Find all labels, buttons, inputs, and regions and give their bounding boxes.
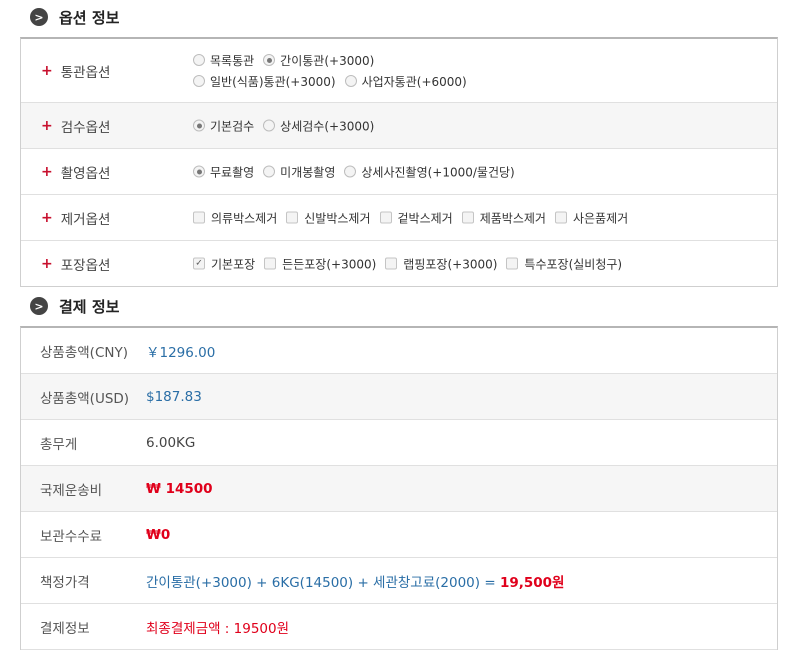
option-label: 촬영옵션 — [60, 165, 111, 182]
pay-value: ₩0 — [146, 526, 171, 543]
radio-customs-simple[interactable]: 간이통관(+3000) — [263, 52, 374, 69]
checkbox[interactable] — [554, 211, 567, 224]
checkbox-pack-wrapping[interactable]: 랩핑포장(+3000) — [385, 255, 497, 272]
checkbox-pack-sturdy[interactable]: 든든포장(+3000) — [264, 255, 376, 272]
pay-value: 최종결제금액 : 19500원 — [146, 620, 290, 637]
radio-customs-list[interactable]: 목록통관 — [193, 52, 254, 69]
plus-icon: + — [41, 117, 53, 134]
checkbox[interactable] — [461, 211, 474, 224]
pay-value: ￥1296.00 — [146, 344, 216, 361]
pay-value: ₩ 14500 — [146, 480, 213, 497]
pay-label: 상품총액(CNY) — [40, 344, 128, 361]
pay-label: 상품총액(USD) — [40, 390, 130, 407]
option-label: 통관옵션 — [60, 64, 111, 81]
pay-row-pricing: 책정가격 간이통관(+3000) + 6KG(14500) + 세관창고료(20… — [21, 558, 777, 604]
radio-button[interactable] — [344, 165, 357, 178]
options-section-header: > 옵션 정보 — [30, 7, 119, 27]
pay-row-total-cny: 상품총액(CNY) ￥1296.00 — [21, 328, 777, 374]
radio-photo-detailed[interactable]: 상세사진촬영(+1000/물건당) — [344, 163, 515, 180]
radio-button[interactable] — [263, 165, 276, 178]
pay-row-storage: 보관수수료 ₩0 — [21, 512, 777, 558]
option-choices: 목록통관 간이통관(+3000) 일반(식품)통관(+3000) 사업자통관(+… — [193, 50, 476, 92]
checkbox-remove-outer-box[interactable]: 겉박스제거 — [379, 209, 453, 226]
pricing-formula: 간이통관(+3000) + 6KG(14500) + 세관창고료(2000) = — [146, 574, 496, 591]
radio-customs-business[interactable]: 사업자통관(+6000) — [344, 73, 467, 90]
checkbox[interactable] — [385, 257, 398, 270]
radio-button-selected[interactable] — [263, 54, 276, 66]
radio-photo-unopened[interactable]: 미개봉촬영 — [263, 163, 335, 180]
radio-photo-free[interactable]: 무료촬영 — [193, 163, 254, 180]
radio-button[interactable] — [263, 119, 276, 132]
option-row-inspection: + 검수옵션 기본검수 상세검수(+3000) — [21, 103, 777, 149]
checkbox-pack-basic[interactable]: ✓ 기본포장 — [193, 255, 255, 272]
check-icon: ✓ — [195, 258, 203, 268]
pay-label: 결제정보 — [40, 620, 90, 637]
checkbox-remove-shoe-box[interactable]: 신발박스제거 — [286, 209, 371, 226]
pay-label: 보관수수료 — [40, 528, 103, 545]
radio-button-selected[interactable] — [193, 119, 205, 132]
radio-button-selected[interactable] — [193, 165, 205, 178]
option-row-removal: + 제거옵션 의류박스제거 신발박스제거 겉박스제거 제품박스제거 사은품제거 — [21, 195, 777, 241]
option-choices: ✓ 기본포장 든든포장(+3000) 랩핑포장(+3000) 특수포장(실비청구) — [193, 253, 631, 274]
chevron-right-circle-icon: > — [30, 8, 48, 26]
pay-value: 6.00KG — [146, 434, 196, 451]
radio-button[interactable] — [344, 75, 357, 87]
checkbox[interactable] — [286, 211, 299, 224]
options-table: + 통관옵션 목록통관 간이통관(+3000) 일반(식품)통관(+3000) … — [20, 37, 778, 287]
checkbox-pack-special[interactable]: 특수포장(실비청구) — [506, 255, 622, 272]
option-choices: 의류박스제거 신발박스제거 겉박스제거 제품박스제거 사은품제거 — [193, 207, 637, 228]
option-label: 제거옵션 — [60, 211, 111, 228]
pay-row-shipping: 국제운송비 ₩ 14500 — [21, 466, 777, 512]
checkbox-remove-product-box[interactable]: 제품박스제거 — [461, 209, 546, 226]
pay-label: 국제운송비 — [40, 482, 103, 499]
payment-section-title: 결제 정보 — [59, 297, 120, 316]
chevron-right-circle-icon: > — [30, 297, 48, 315]
pricing-total: 19,500원 — [499, 574, 565, 591]
radio-button[interactable] — [193, 75, 205, 87]
option-row-packaging: + 포장옵션 ✓ 기본포장 든든포장(+3000) 랩핑포장(+3000) 특수포… — [21, 241, 777, 286]
checkbox-remove-gift[interactable]: 사은품제거 — [554, 209, 628, 226]
checkbox[interactable] — [264, 257, 277, 270]
radio-inspection-basic[interactable]: 기본검수 — [193, 117, 254, 134]
pay-label: 총무게 — [40, 436, 78, 453]
radio-inspection-detailed[interactable]: 상세검수(+3000) — [263, 117, 374, 134]
option-choices: 무료촬영 미개봉촬영 상세사진촬영(+1000/물건당) — [193, 161, 524, 182]
option-label: 포장옵션 — [60, 257, 111, 274]
checkbox[interactable] — [379, 211, 392, 224]
radio-customs-general[interactable]: 일반(식품)통관(+3000) — [193, 73, 336, 90]
options-section-title: 옵션 정보 — [59, 8, 120, 27]
pay-row-total-usd: 상품총액(USD) $187.83 — [21, 374, 777, 420]
checkbox[interactable] — [193, 211, 205, 224]
checkbox-remove-clothing-box[interactable]: 의류박스제거 — [193, 209, 277, 226]
plus-icon: + — [41, 255, 53, 272]
payment-section-header: > 결제 정보 — [30, 296, 119, 316]
checkbox-checked[interactable]: ✓ — [193, 257, 205, 270]
option-choices: 기본검수 상세검수(+3000) — [193, 115, 383, 136]
option-label: 검수옵션 — [60, 119, 111, 136]
checkbox[interactable] — [506, 257, 519, 270]
plus-icon: + — [41, 62, 53, 79]
pay-row-payment: 결제정보 최종결제금액 : 19500원 — [21, 604, 777, 650]
plus-icon: + — [41, 163, 53, 180]
pay-value: 간이통관(+3000) + 6KG(14500) + 세관창고료(2000) =… — [146, 571, 564, 591]
plus-icon: + — [41, 209, 53, 226]
pay-label: 책정가격 — [40, 574, 90, 591]
payment-table: 상품총액(CNY) ￥1296.00 상품총액(USD) $187.83 총무게… — [20, 326, 778, 650]
radio-button[interactable] — [193, 54, 205, 66]
pay-value: $187.83 — [146, 388, 202, 405]
option-row-photo: + 촬영옵션 무료촬영 미개봉촬영 상세사진촬영(+1000/물건당) — [21, 149, 777, 195]
pay-row-weight: 총무게 6.00KG — [21, 420, 777, 466]
option-row-customs: + 통관옵션 목록통관 간이통관(+3000) 일반(식품)통관(+3000) … — [21, 39, 777, 103]
